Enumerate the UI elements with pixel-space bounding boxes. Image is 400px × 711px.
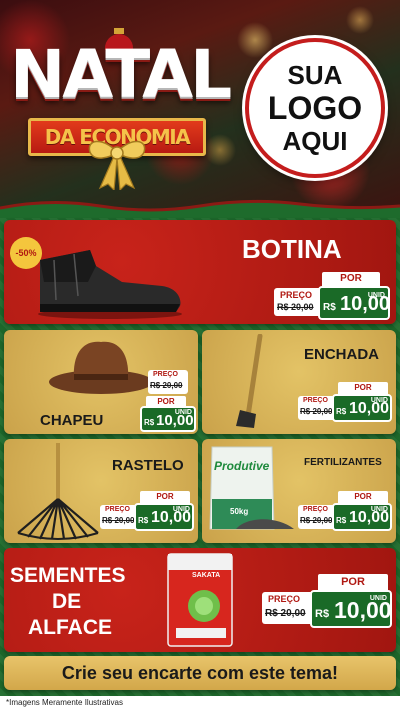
unit-label: UNID — [370, 397, 388, 404]
product-card-botina[interactable]: -50% BOTINA POR PREÇO R$ 20,00 R$ 10,00 … — [4, 220, 396, 324]
logo-line-1: SUA — [287, 60, 343, 90]
preco-label: PREÇO — [153, 371, 178, 378]
old-price: R$ 20,00 — [102, 516, 135, 525]
new-price: R$ 10,00 UNID — [318, 286, 390, 320]
hero-title: NATAL — [10, 36, 232, 113]
product-name-line-2: DE — [52, 590, 82, 613]
boot-icon — [38, 250, 182, 319]
product-name: RASTELO — [112, 457, 184, 474]
unit-label: UNID — [367, 292, 385, 299]
preco-label: PREÇO — [268, 594, 301, 604]
currency: R$ — [315, 608, 330, 620]
product-name: BOTINA — [242, 234, 342, 264]
new-price: R$ 10,00 UNID — [134, 503, 194, 531]
currency: R$ — [336, 516, 347, 525]
unit-label: UNID — [369, 595, 387, 602]
currency: R$ — [138, 516, 149, 525]
new-price-tag: R$ 10,00 UNID — [140, 406, 196, 432]
hat-icon — [49, 341, 153, 394]
cta-banner[interactable]: Crie seu encarte com este tema! — [4, 656, 396, 690]
old-price: R$ 20,00 — [300, 516, 333, 525]
packet-brand: SAKATA — [192, 572, 221, 579]
preco-label: PREÇO — [280, 290, 313, 300]
price-tag: POR PREÇO R$ 20,00 R$ 10,00 UNID — [274, 272, 392, 320]
new-price: R$ 10,00 UNID — [332, 503, 392, 531]
old-price: R$ 20,00 — [277, 302, 314, 312]
currency: R$ — [336, 407, 347, 416]
old-price: R$ 20,00 — [265, 608, 306, 619]
rake-icon — [17, 443, 99, 540]
price-tag: POR PREÇO R$ 20,00 R$ 10,00 UNID — [100, 491, 194, 541]
preco-label: PREÇO — [303, 397, 328, 404]
new-price: R$ 10,00 UNID — [332, 394, 392, 422]
por-label: POR — [140, 491, 190, 503]
fertilizer-bag-icon — [209, 446, 294, 530]
product-card-enchada[interactable]: ENCHADA POR PREÇO R$ 20,00 R$ 10,00 UNID — [202, 330, 396, 434]
old-price-box: PREÇO R$ 20,00 — [148, 370, 188, 394]
product-card-fertilizantes[interactable]: Produtive 50kg FERTILIZANTES POR PREÇO R… — [202, 439, 396, 543]
header-hero: NATAL DA ECONOMIA SUA LOGO AQUI — [0, 0, 400, 210]
product-name-line-1: SEMENTES — [10, 564, 126, 587]
price-tag: POR PREÇO R$ 20,00 R$ 10,00 UNID — [298, 382, 392, 432]
product-card-rastelo[interactable]: RASTELO POR PREÇO R$ 20,00 R$ 10,00 UNID — [4, 439, 198, 543]
bag-brand: Produtive — [214, 459, 270, 473]
old-price: R$ 20,00 — [150, 381, 183, 390]
price-tag: POR PREÇO R$ 20,00 R$ 10,00 UNID — [262, 572, 392, 648]
product-card-sementes[interactable]: SEMENTES DE ALFACE SAKATA POR PREÇO R$ 2… — [4, 548, 396, 652]
old-price-box: PREÇO R$ 20,00 — [262, 592, 314, 624]
product-name: FERTILIZANTES — [304, 457, 382, 468]
logo-placeholder: SUA LOGO AQUI — [245, 38, 385, 178]
wave-divider — [0, 199, 400, 218]
new-price: R$ 10,00 UNID — [140, 406, 196, 432]
seed-packet-icon — [167, 553, 233, 647]
new-price: R$ 10,00 UNID — [310, 590, 392, 628]
preco-label: PREÇO — [105, 506, 130, 513]
product-name: ENCHADA — [304, 346, 379, 363]
product-card-chapeu[interactable]: CHAPEU PREÇO R$ 20,00 POR R$ 10,00 UNID — [4, 330, 198, 434]
logo-line-3: AQUI — [282, 126, 348, 156]
unit-label: UNID — [370, 506, 388, 513]
por-label: POR — [338, 491, 388, 503]
preco-label: PREÇO — [303, 506, 328, 513]
por-label: POR — [322, 272, 380, 286]
unit-label: UNID — [172, 506, 190, 513]
product-name-line-3: ALFACE — [28, 616, 112, 639]
price-tag: POR PREÇO R$ 20,00 R$ 10,00 UNID — [298, 491, 392, 541]
por-label: POR — [318, 574, 388, 590]
product-name: CHAPEU — [40, 412, 104, 429]
footnote: *Imagens Meramente Ilustrativas — [6, 698, 123, 707]
unit-label: UNID — [174, 409, 192, 416]
old-price: R$ 20,00 — [300, 407, 333, 416]
bag-weight: 50kg — [230, 507, 249, 516]
currency: R$ — [144, 418, 155, 427]
old-price-box: PREÇO R$ 20,00 — [274, 288, 322, 316]
logo-line-2: LOGO — [267, 90, 363, 126]
hoe-icon — [236, 334, 263, 428]
currency: R$ — [323, 302, 336, 313]
gift-bow-icon — [88, 140, 146, 190]
por-label: POR — [338, 382, 388, 394]
